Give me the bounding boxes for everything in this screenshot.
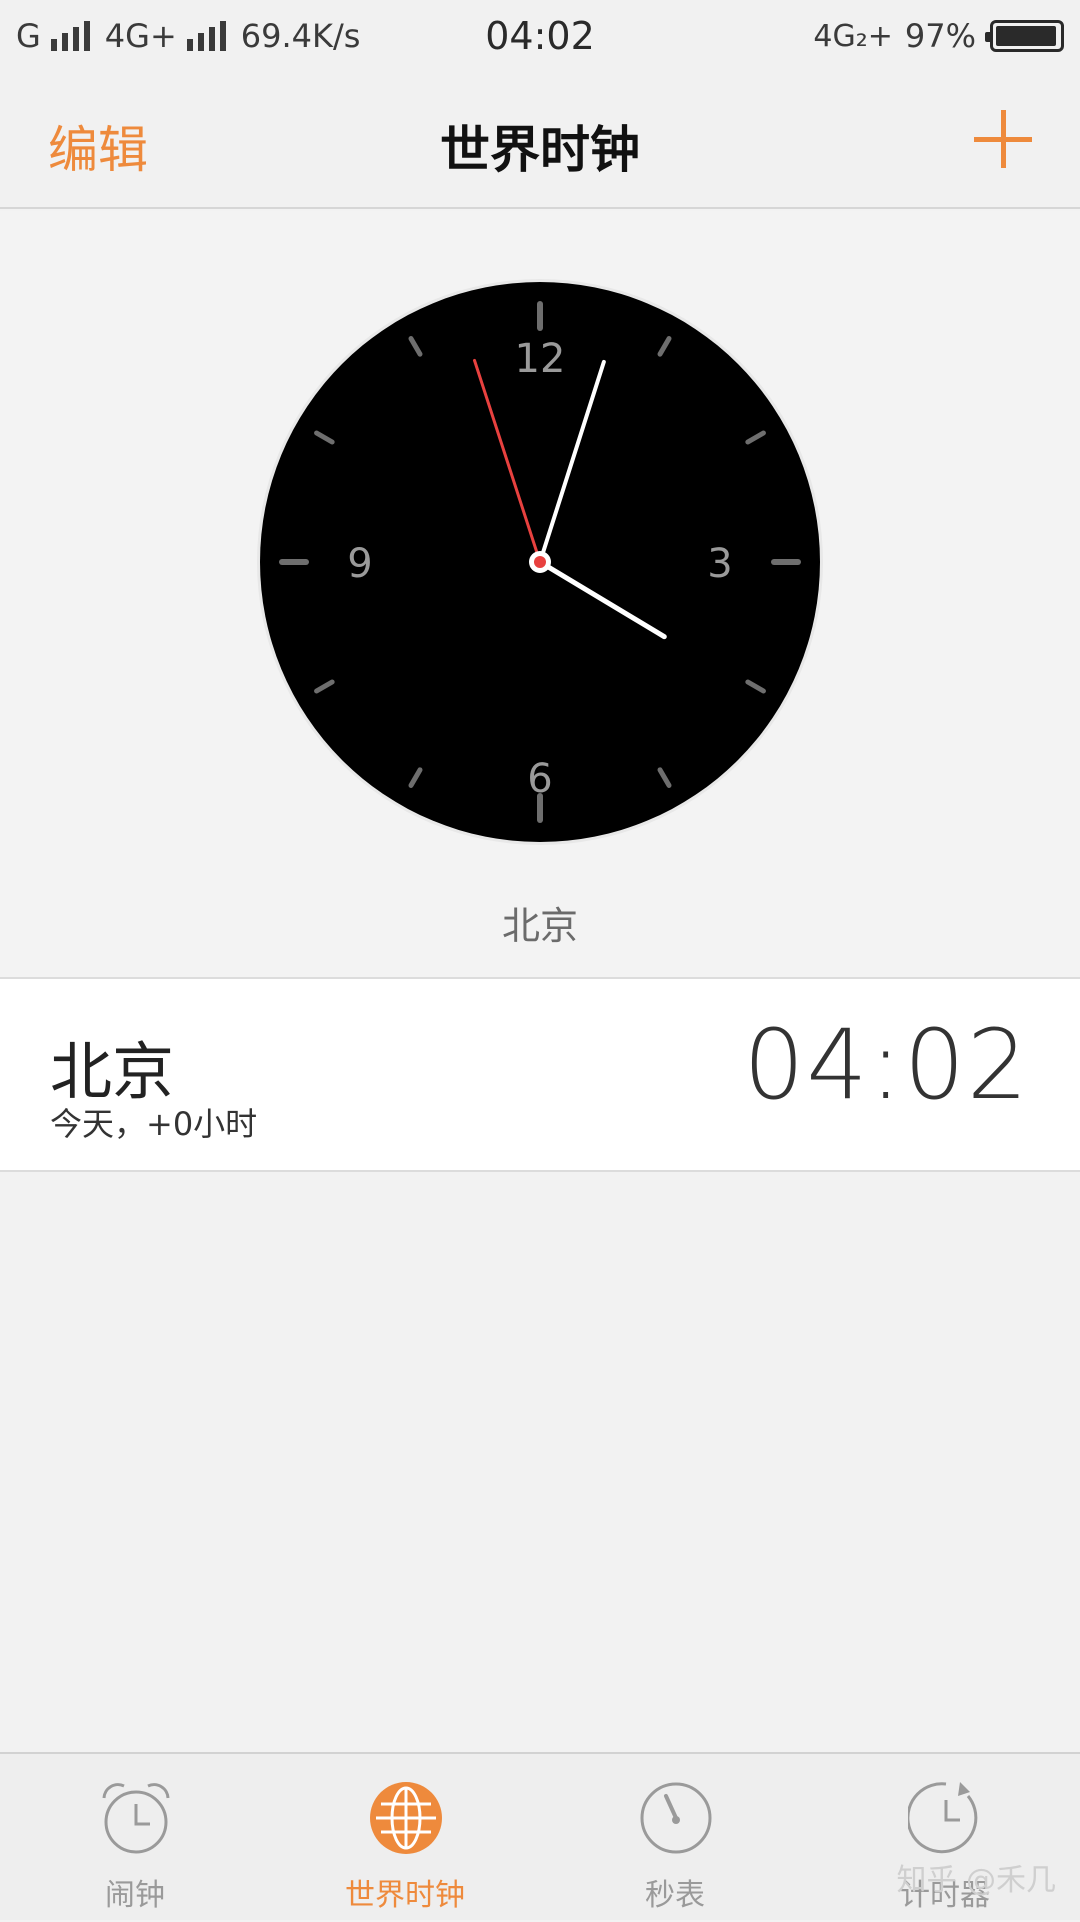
status-bar: G 4G+ 69.4K/s 04:02 4G₂+ 97% <box>0 0 1080 76</box>
analog-clock-panel: 12 3 6 9 北京 <box>0 211 1080 977</box>
tab-world-clock[interactable]: 世界时钟 <box>270 1754 540 1922</box>
stopwatch-icon <box>640 1782 712 1854</box>
alarm-clock-icon <box>102 1783 170 1854</box>
tab-alarm-label: 闹钟 <box>105 1878 165 1913</box>
numeral-9: 9 <box>347 541 372 587</box>
clock-city-label: 北京 <box>501 904 578 948</box>
network-type: 4G₂+ <box>813 18 893 54</box>
status-right: 4G₂+ 97% <box>813 16 1064 56</box>
numeral-3: 3 <box>707 541 732 587</box>
tab-stopwatch[interactable]: 秒表 <box>540 1754 810 1922</box>
city-name: 北京 <box>50 1035 175 1108</box>
watermark: 知乎 @禾几 <box>896 1863 1056 1898</box>
numeral-6: 6 <box>527 756 552 802</box>
battery-fill <box>996 26 1057 46</box>
battery-icon <box>985 20 1064 52</box>
analog-clock: 12 3 6 9 <box>257 279 823 845</box>
plus-icon[interactable] <box>974 110 1032 168</box>
tab-stopwatch-label: 秒表 <box>645 1878 705 1913</box>
globe-icon <box>370 1782 442 1854</box>
timer-icon <box>908 1782 978 1854</box>
page-title: 世界时钟 <box>440 121 640 179</box>
numeral-12: 12 <box>515 336 566 382</box>
clock-center-dot <box>534 556 546 568</box>
tab-alarm[interactable]: 闹钟 <box>0 1754 270 1922</box>
tab-world-clock-label: 世界时钟 <box>345 1878 465 1913</box>
city-time: 04:02 <box>743 1009 1030 1121</box>
city-list-item[interactable]: 北京 今天，+0小时 04:02 <box>0 977 1080 1172</box>
battery-percent: 97% <box>904 17 976 55</box>
city-offset: 今天，+0小时 <box>50 1105 258 1143</box>
nav-bar: 编辑 世界时钟 <box>0 76 1080 209</box>
